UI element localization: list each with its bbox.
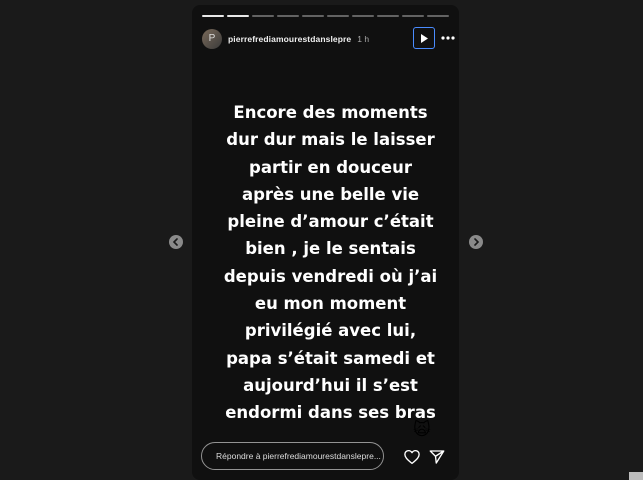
heart-icon — [404, 449, 420, 465]
story-viewer: P pierrefrediamourestdanslepre 1 h Encor… — [0, 0, 643, 480]
chevron-right-icon — [474, 238, 480, 246]
story-text-line: partir en douceur — [249, 157, 412, 177]
story-text-line: après une belle vie — [241, 184, 420, 204]
progress-segment — [202, 15, 224, 17]
username[interactable]: pierrefrediamourestdanslepre — [228, 34, 351, 44]
progress-segment — [352, 15, 374, 17]
progress-segment — [227, 15, 249, 17]
avatar[interactable]: P — [202, 29, 222, 49]
story-text-line: aujourd’hui il s’est — [243, 375, 418, 395]
progress-segment — [377, 15, 399, 17]
reply-box[interactable] — [201, 442, 384, 470]
reply-input[interactable] — [216, 451, 383, 461]
progress-segment — [277, 15, 299, 17]
story-header: P pierrefrediamourestdanslepre 1 h — [202, 27, 455, 51]
send-icon — [429, 450, 445, 464]
next-story-button[interactable] — [469, 235, 483, 249]
more-icon — [441, 36, 455, 40]
story-text-line: Encore des moments — [233, 103, 428, 122]
post-time: 1 h — [357, 34, 370, 44]
progress-segment — [252, 15, 274, 17]
story-text-line: dur dur mais le laisser — [226, 130, 435, 150]
story-text-line: papa s’était samedi et — [226, 348, 435, 368]
previous-story-button[interactable] — [169, 235, 183, 249]
story-text-line: bien , je le sentais — [245, 239, 416, 259]
play-icon — [421, 33, 428, 43]
avatar-initials: P — [208, 33, 216, 44]
emoji-sticker: 🙀 — [413, 420, 431, 439]
story-text: Encore des moments dur dur mais le laisse… — [204, 99, 447, 427]
progress-segment — [302, 15, 324, 17]
progress-segment — [327, 15, 349, 17]
progress-segment — [427, 15, 449, 17]
play-button[interactable] — [413, 27, 435, 49]
story-text-line: depuis vendredi où j’ai — [223, 266, 438, 286]
send-button[interactable] — [428, 448, 446, 466]
story-text-line: pleine d’amour c’était — [227, 212, 434, 232]
progress-bar — [202, 15, 449, 17]
chevron-left-icon — [172, 238, 178, 246]
like-button[interactable] — [403, 448, 421, 466]
progress-segment — [402, 15, 424, 17]
story-text-line: eu mon moment — [254, 294, 407, 314]
corner-badge — [629, 472, 643, 480]
story-card[interactable]: P pierrefrediamourestdanslepre 1 h Encor… — [192, 5, 459, 480]
story-text-line: privilégié avec lui, — [244, 321, 417, 341]
more-options-button[interactable] — [440, 30, 456, 46]
